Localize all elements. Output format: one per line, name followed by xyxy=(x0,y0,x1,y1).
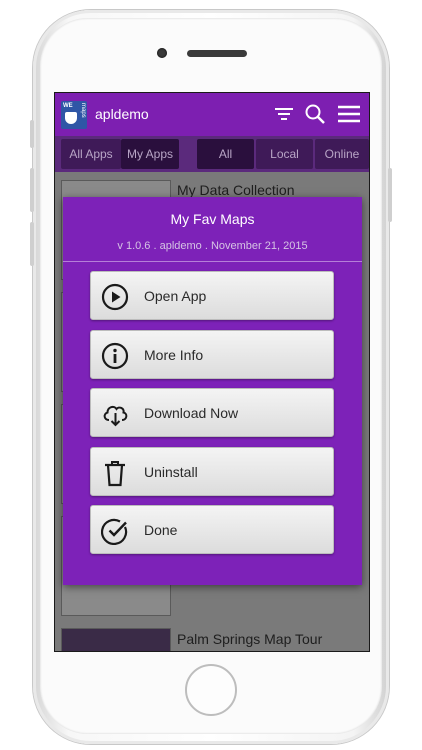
open-app-label: Open App xyxy=(144,288,207,304)
trash-icon xyxy=(105,461,125,487)
front-camera xyxy=(157,48,167,58)
list-item-title[interactable]: My Data Collection xyxy=(177,182,295,198)
info-circle-icon xyxy=(101,342,129,370)
filter-all[interactable]: All xyxy=(197,139,254,169)
search-icon[interactable] xyxy=(304,103,326,125)
done-label: Done xyxy=(144,522,178,538)
dialog-divider xyxy=(63,261,362,262)
filter-icon[interactable] xyxy=(273,103,295,125)
filter-local[interactable]: Local xyxy=(256,139,313,169)
filter-all-apps[interactable]: All Apps xyxy=(61,139,121,169)
home-button[interactable] xyxy=(185,664,237,716)
list-item-title[interactable]: Palm Springs Map Tour xyxy=(177,631,322,647)
power-button xyxy=(388,168,392,222)
cloud-download-icon xyxy=(103,405,128,427)
play-circle-icon xyxy=(101,283,129,311)
done-button[interactable]: Done xyxy=(90,505,334,554)
uninstall-button[interactable]: Uninstall xyxy=(90,447,334,496)
dialog-title: My Fav Maps xyxy=(170,211,255,227)
uninstall-label: Uninstall xyxy=(144,464,198,480)
app-title: apldemo xyxy=(95,106,149,122)
list-item-thumbnail[interactable] xyxy=(61,628,171,651)
earpiece-speaker xyxy=(187,50,247,57)
volume-down-button xyxy=(30,222,34,266)
app-logo: WE maps xyxy=(61,101,87,129)
filter-online[interactable]: Online xyxy=(315,139,369,169)
volume-up-button xyxy=(30,168,34,212)
more-info-label: More Info xyxy=(144,347,204,363)
more-info-button[interactable]: More Info xyxy=(90,330,334,379)
app-header: WE maps apldemo xyxy=(55,93,369,136)
app-actions-dialog: My Fav Maps v 1.0.6 . apldemo . November… xyxy=(63,197,362,585)
logo-side-text: maps xyxy=(80,103,86,118)
filter-my-apps[interactable]: My Apps xyxy=(121,139,179,169)
logo-top-text: WE xyxy=(63,103,73,109)
open-app-button[interactable]: Open App xyxy=(90,271,334,320)
dialog-subtitle: v 1.0.6 . apldemo . November 21, 2015 xyxy=(117,240,308,252)
download-now-button[interactable]: Download Now xyxy=(90,388,334,437)
filter-bar: All Apps My Apps All Local Online xyxy=(55,136,369,172)
heart-icon xyxy=(65,112,77,124)
check-circle-icon xyxy=(101,518,128,545)
download-now-label: Download Now xyxy=(144,405,239,421)
device-screen: WE maps apldemo All Apps My Apps All Loc… xyxy=(54,92,370,652)
mute-switch xyxy=(30,120,34,148)
hamburger-menu-icon[interactable] xyxy=(337,103,361,125)
